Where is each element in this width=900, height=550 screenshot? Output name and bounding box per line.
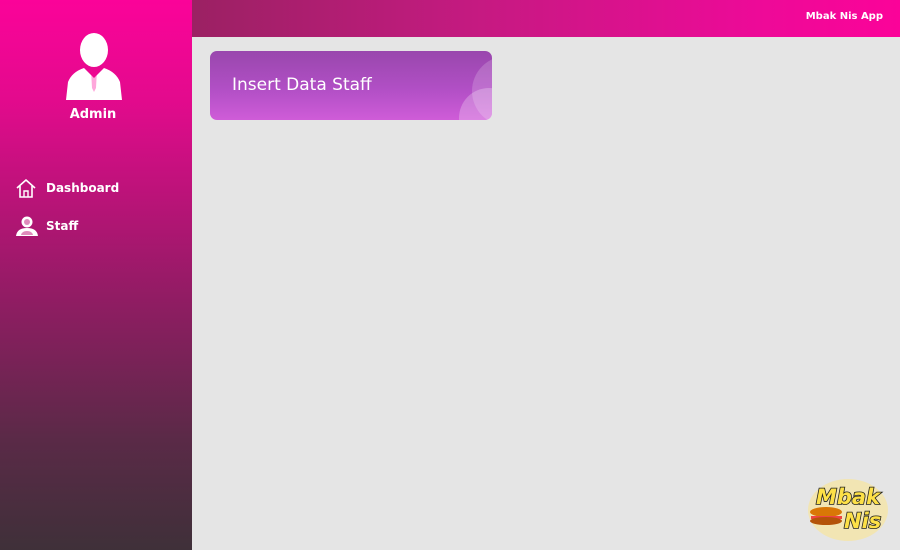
insert-data-staff-card[interactable]: Insert Data Staff <box>210 51 492 120</box>
sidebar: Admin Dashboard Staff <box>0 0 192 550</box>
users-icon <box>15 215 39 237</box>
logo-text-line2: Nis <box>844 509 881 533</box>
logo-text-line1: Mbak <box>816 485 882 509</box>
sidebar-item-label: Staff <box>46 219 79 233</box>
burger-logo-icon: Mbak Nis <box>806 476 890 542</box>
home-icon <box>15 177 39 199</box>
card-decoration <box>459 88 492 120</box>
card-title: Insert Data Staff <box>232 75 372 95</box>
sidebar-item-dashboard[interactable]: Dashboard <box>15 177 119 199</box>
top-bar: Mbak Nis App <box>192 0 900 37</box>
admin-avatar-icon <box>62 30 126 100</box>
admin-label: Admin <box>69 107 117 122</box>
app-title: Mbak Nis App <box>805 11 883 22</box>
sidebar-item-staff[interactable]: Staff <box>15 215 78 237</box>
sidebar-item-label: Dashboard <box>46 181 120 195</box>
